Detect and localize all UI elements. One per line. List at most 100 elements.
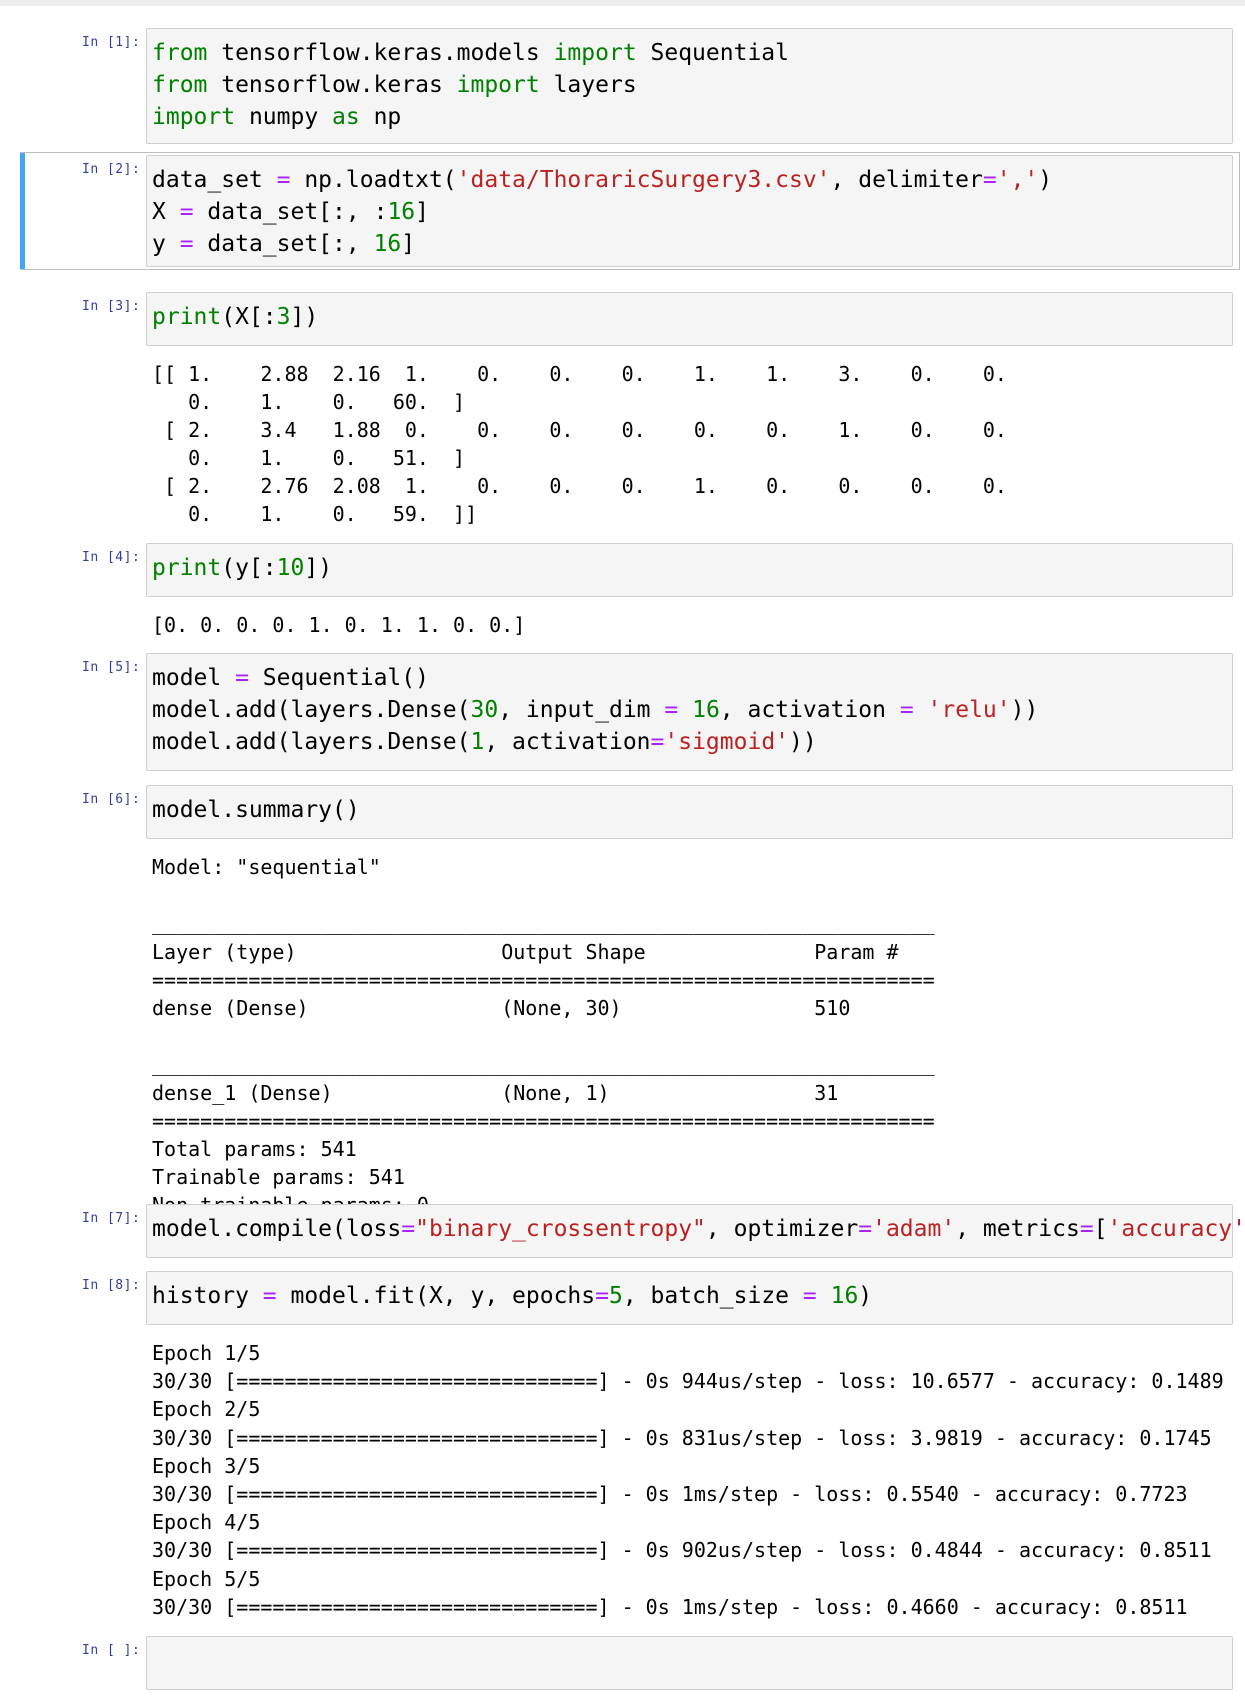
cell-prompt: In [1]: xyxy=(82,35,141,50)
code-token: import xyxy=(456,72,540,98)
code-cell[interactable]: In [7]: model.compile(loss="binary_cross… xyxy=(0,1204,1245,1258)
code-token: tensorflow.keras xyxy=(207,72,457,98)
code-editor[interactable]: print(X[:3]) xyxy=(152,301,318,333)
selected-cell-indicator xyxy=(20,152,25,270)
code-token: = xyxy=(595,1283,609,1309)
code-input[interactable]: model.summary() xyxy=(146,785,1233,839)
code-token: model.summary() xyxy=(152,797,360,823)
code-input[interactable]: print(X[:3]) xyxy=(146,292,1233,346)
code-token: tensorflow.keras.models xyxy=(207,40,554,66)
code-token: ',' xyxy=(996,167,1039,193)
code-token: as xyxy=(332,104,360,130)
cell-prompt: In [5]: xyxy=(82,660,141,675)
code-token: model.add(layers.Dense( xyxy=(152,729,471,755)
code-token: model xyxy=(152,665,236,691)
code-token: 'sigmoid' xyxy=(664,729,790,755)
code-token: 16 xyxy=(387,199,416,225)
code-editor[interactable]: print(y[:10]) xyxy=(152,552,332,584)
code-editor[interactable]: model = Sequential() model.add(layers.De… xyxy=(152,662,1038,758)
code-token: 'accuracy' xyxy=(1107,1216,1245,1242)
code-cell[interactable]: In [3]: print(X[:3]) [[ 1. 2.88 2.16 1. … xyxy=(0,292,1245,532)
code-token: print xyxy=(152,555,222,581)
code-input[interactable]: data_set = np.loadtxt('data/ThoraricSurg… xyxy=(146,155,1233,267)
code-token: Sequential() xyxy=(248,665,429,691)
code-editor[interactable]: data_set = np.loadtxt('data/ThoraricSurg… xyxy=(152,164,1052,260)
cell-prompt: In [ ]: xyxy=(82,1643,141,1658)
code-cell-empty[interactable]: In [ ]: xyxy=(0,1636,1245,1690)
code-cell[interactable]: In [6]: model.summary() Model: "sequenti… xyxy=(0,785,1245,1274)
cell-prompt: In [4]: xyxy=(82,550,141,565)
cell-output: [0. 0. 0. 0. 1. 0. 1. 1. 0. 0.] xyxy=(152,613,526,637)
code-editor[interactable]: history = model.fit(X, y, epochs=5, batc… xyxy=(152,1280,872,1312)
code-token: "binary_crossentropy" xyxy=(415,1216,706,1242)
code-token: = xyxy=(982,167,997,193)
code-cell[interactable]: In [4]: print(y[:10]) [0. 0. 0. 0. 1. 0.… xyxy=(0,543,1245,653)
cell-output: [[ 1. 2.88 2.16 1. 0. 0. 0. 1. 1. 3. 0. … xyxy=(152,362,1007,526)
code-token: (X[: xyxy=(221,304,277,330)
code-token: , delimiter xyxy=(830,167,983,193)
code-token: data_set[:, xyxy=(193,231,374,257)
code-token: ] xyxy=(415,199,429,225)
code-token: ) xyxy=(858,1283,873,1309)
code-token: 16 xyxy=(692,697,720,723)
code-token: 30 xyxy=(470,697,499,723)
code-token: 'relu' xyxy=(927,697,1011,723)
cell-prompt: In [6]: xyxy=(82,792,141,807)
cell-prompt: In [3]: xyxy=(82,299,141,314)
code-input[interactable]: model = Sequential() model.add(layers.De… xyxy=(146,653,1233,771)
code-token: [ xyxy=(1093,1216,1108,1242)
cell-prompt: In [8]: xyxy=(82,1278,141,1293)
code-token: 5 xyxy=(609,1283,623,1309)
code-input[interactable]: from tensorflow.keras.models import Sequ… xyxy=(146,28,1233,144)
notebook-container: In [1]: from tensorflow.keras.models imp… xyxy=(0,6,1245,1697)
code-cell[interactable]: In [5]: model = Sequential() model.add(l… xyxy=(0,653,1245,771)
code-token: )) xyxy=(789,729,817,755)
code-editor[interactable]: model.summary() xyxy=(152,794,360,826)
code-token: np xyxy=(359,104,402,130)
code-input[interactable]: print(y[:10]) xyxy=(146,543,1233,597)
code-token: 'adam' xyxy=(872,1216,956,1242)
code-token: , metrics xyxy=(955,1216,1080,1242)
cell-prompt: In [7]: xyxy=(82,1211,141,1226)
code-input[interactable]: model.compile(loss="binary_crossentropy"… xyxy=(146,1204,1245,1258)
code-token: history xyxy=(152,1283,263,1309)
code-token: = xyxy=(664,697,679,723)
code-editor[interactable]: model.compile(loss="binary_crossentropy"… xyxy=(152,1213,1245,1245)
code-token: Sequential xyxy=(636,40,789,66)
code-token: numpy xyxy=(235,104,333,130)
code-token: import xyxy=(152,104,236,130)
code-token: = xyxy=(179,231,194,257)
code-token: = xyxy=(401,1216,416,1242)
cell-prompt: In [2]: xyxy=(82,162,141,177)
code-token: = xyxy=(235,665,249,691)
code-token: ] xyxy=(401,231,416,257)
code-editor[interactable]: from tensorflow.keras.models import Sequ… xyxy=(152,37,789,133)
code-token: model.compile(loss xyxy=(152,1216,402,1242)
code-token: 16 xyxy=(373,231,402,257)
code-cell[interactable]: In [1]: from tensorflow.keras.models imp… xyxy=(0,28,1245,144)
code-token: 10 xyxy=(276,555,305,581)
code-cell[interactable]: In [8]: history = model.fit(X, y, epochs… xyxy=(0,1271,1245,1621)
code-token: ]) xyxy=(304,555,333,581)
code-token: print xyxy=(152,304,222,330)
code-input[interactable] xyxy=(146,1636,1233,1690)
code-token: , activation xyxy=(484,729,651,755)
code-token: = xyxy=(179,199,194,225)
code-token: X xyxy=(152,199,180,225)
code-input[interactable]: history = model.fit(X, y, epochs=5, batc… xyxy=(146,1271,1233,1325)
code-token: from xyxy=(152,40,208,66)
code-token: import xyxy=(553,40,637,66)
code-token: (y[: xyxy=(221,555,277,581)
code-cell-selected[interactable]: In [2]: data_set = np.loadtxt('data/Thor… xyxy=(0,152,1245,270)
code-token: = xyxy=(858,1216,873,1242)
code-token: , activation xyxy=(719,697,900,723)
code-token: = xyxy=(899,697,914,723)
code-token: data_set xyxy=(152,167,277,193)
code-token: 'data/ThoraricSurgery3.csv' xyxy=(456,167,831,193)
code-token: = xyxy=(276,167,291,193)
code-token: = xyxy=(262,1283,277,1309)
code-token: from xyxy=(152,72,208,98)
code-token: = xyxy=(650,729,665,755)
code-token: 16 xyxy=(830,1283,859,1309)
